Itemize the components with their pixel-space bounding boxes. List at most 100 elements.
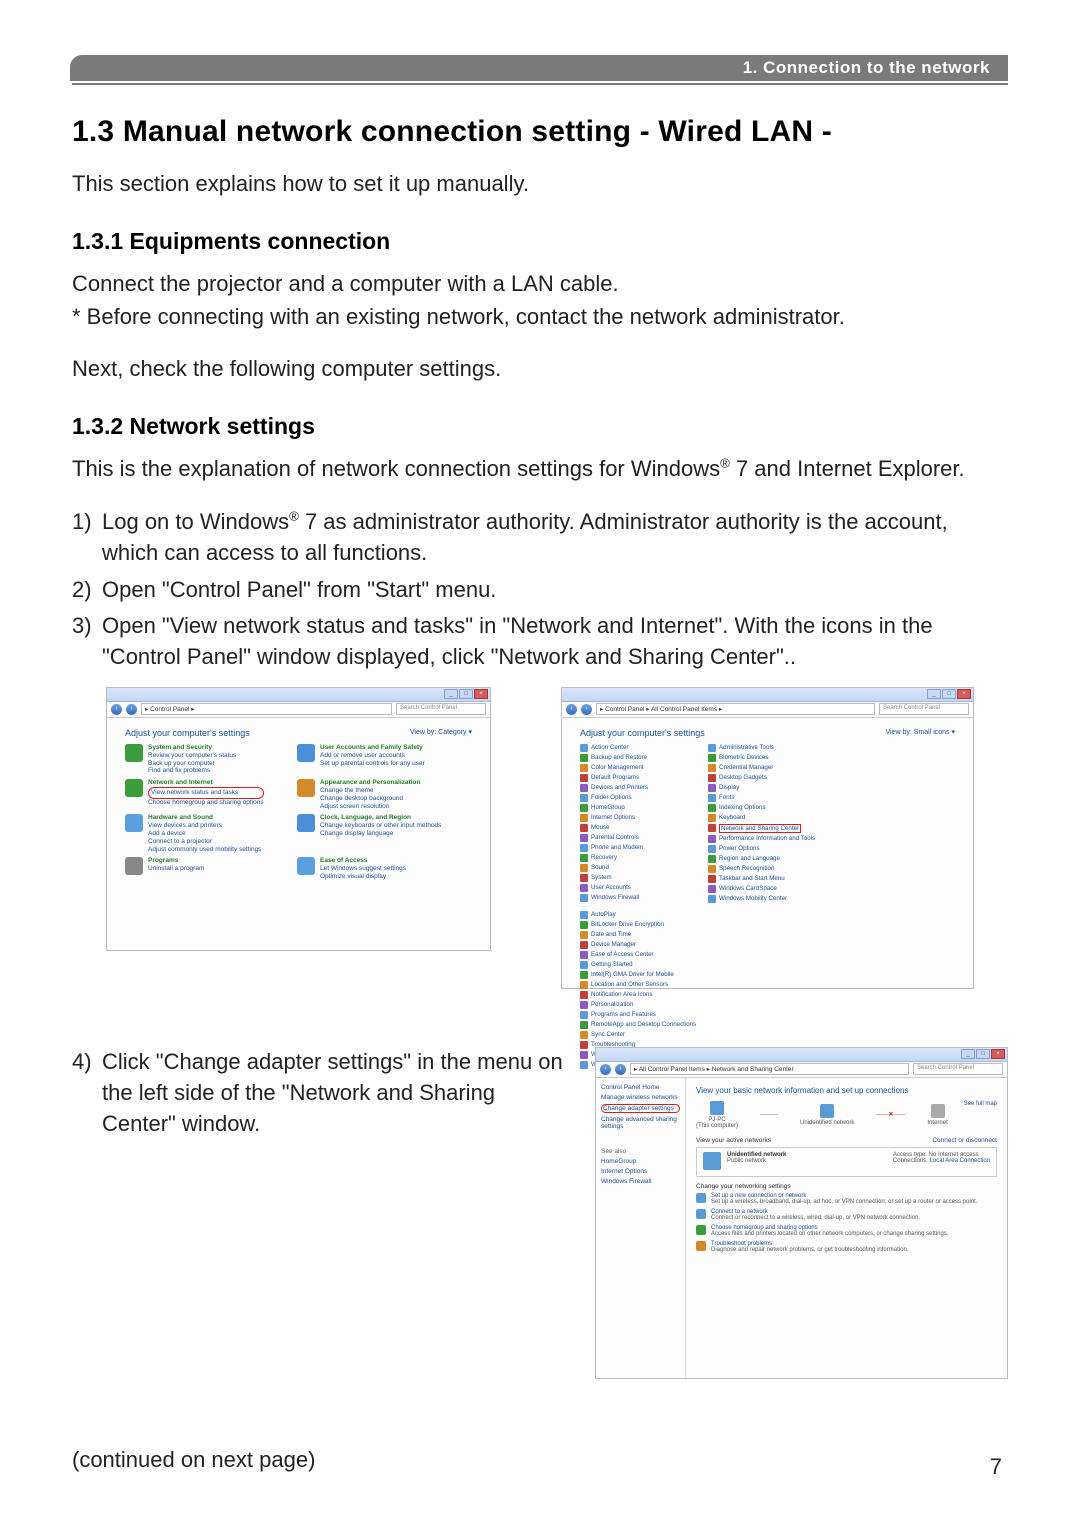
category-link[interactable]: Change desktop background	[320, 795, 420, 803]
cp-item[interactable]: Recovery	[580, 854, 702, 862]
category-link[interactable]: Change the theme	[320, 787, 420, 795]
cp-item[interactable]: Windows CardSpace	[708, 885, 830, 893]
cp-item[interactable]: Phone and Modem	[580, 844, 702, 852]
close-icon[interactable]: ×	[474, 689, 488, 699]
cp-item[interactable]: Keyboard	[708, 814, 830, 822]
close-icon[interactable]: ×	[957, 689, 971, 699]
category-link[interactable]: View devices and printers	[148, 822, 261, 830]
category-title[interactable]: Clock, Language, and Region	[320, 814, 441, 822]
category-title[interactable]: Appearance and Personalization	[320, 779, 420, 787]
cp-item[interactable]: Programs and Features	[580, 1011, 702, 1019]
category-link[interactable]: Set up parental controls for any user	[320, 760, 425, 768]
cp-item[interactable]: Windows Firewall	[580, 894, 702, 902]
cp-item[interactable]: Color Management	[580, 764, 702, 772]
category-link[interactable]: Back up your computer	[148, 760, 236, 768]
seealso-link[interactable]: Internet Options	[601, 1168, 680, 1175]
category-link[interactable]: Adjust commonly used mobility settings	[148, 846, 261, 854]
category-link[interactable]: Change keyboards or other input methods	[320, 822, 441, 830]
maximize-icon[interactable]: □	[942, 689, 956, 699]
cp-item[interactable]: Sound	[580, 864, 702, 872]
cp-item[interactable]: System	[580, 874, 702, 882]
cp-item[interactable]: Performance Information and Tools	[708, 835, 830, 843]
forward-icon[interactable]: ›	[126, 704, 137, 715]
category-link[interactable]: Choose homegroup and sharing options	[148, 799, 264, 807]
sidebar-link[interactable]: Change advanced sharing settings	[601, 1116, 680, 1130]
connection-link[interactable]: Local Area Connection	[930, 1158, 990, 1164]
breadcrumb[interactable]: ▸ Control Panel ▸ All Control Panel Item…	[596, 703, 875, 715]
network-task[interactable]: Set up a new connection or networkSet up…	[696, 1193, 997, 1205]
cp-item[interactable]: Device Manager	[580, 941, 702, 949]
forward-icon[interactable]: ›	[615, 1064, 626, 1075]
category-link[interactable]: Find and fix problems	[148, 767, 236, 775]
cp-item[interactable]: Sync Center	[580, 1031, 702, 1039]
cp-item[interactable]: Parental Controls	[580, 834, 702, 842]
cp-item[interactable]: Backup and Restore	[580, 754, 702, 762]
cp-item[interactable]: Display	[708, 784, 830, 792]
minimize-icon[interactable]: _	[927, 689, 941, 699]
category-title[interactable]: User Accounts and Family Safety	[320, 744, 425, 752]
sidebar-link[interactable]: Change adapter settings	[601, 1104, 680, 1113]
category-link[interactable]: Add or remove user accounts	[320, 752, 425, 760]
cp-item[interactable]: Folder Options	[580, 794, 702, 802]
cp-item[interactable]: Intel(R) GMA Driver for Mobile	[580, 971, 702, 979]
sidebar-home[interactable]: Control Panel Home	[601, 1084, 680, 1091]
cp-item[interactable]: Administrative Tools	[708, 744, 830, 752]
cp-item[interactable]: Desktop Gadgets	[708, 774, 830, 782]
viewby-selector[interactable]: View by: Category ▾	[410, 728, 472, 738]
seealso-link[interactable]: Windows Firewall	[601, 1178, 680, 1185]
cp-item[interactable]: Region and Language	[708, 855, 830, 863]
network-task[interactable]: Connect to a networkConnect or reconnect…	[696, 1209, 997, 1221]
breadcrumb[interactable]: ▸ All Control Panel Items ▸ Network and …	[630, 1063, 909, 1075]
cp-item[interactable]: Notification Area Icons	[580, 991, 702, 999]
cp-item[interactable]: Fonts	[708, 794, 830, 802]
category-link[interactable]: Connect to a projector	[148, 838, 261, 846]
search-input[interactable]: Search Control Panel	[879, 703, 969, 715]
seealso-link[interactable]: HomeGroup	[601, 1158, 680, 1165]
cp-item[interactable]: HomeGroup	[580, 804, 702, 812]
category-title[interactable]: System and Security	[148, 744, 236, 752]
category-link[interactable]: View network status and tasks	[148, 787, 264, 799]
cp-item[interactable]: Indexing Options	[708, 804, 830, 812]
category-link[interactable]: Review your computer's status	[148, 752, 236, 760]
cp-item[interactable]: Internet Options	[580, 814, 702, 822]
cp-item[interactable]: Devices and Printers	[580, 784, 702, 792]
cp-item[interactable]: User Accounts	[580, 884, 702, 892]
category-link[interactable]: Change display language	[320, 830, 441, 838]
cp-item[interactable]: Personalization	[580, 1001, 702, 1009]
back-icon[interactable]: ‹	[600, 1064, 611, 1075]
category-title[interactable]: Network and Internet	[148, 779, 264, 787]
cp-item[interactable]: Ease of Access Center	[580, 951, 702, 959]
cp-item[interactable]: Biometric Devices	[708, 754, 830, 762]
category-link[interactable]: Uninstall a program	[148, 865, 204, 873]
search-input[interactable]: Search Control Panel	[913, 1063, 1003, 1075]
back-icon[interactable]: ‹	[111, 704, 122, 715]
category-link[interactable]: Optimize visual display	[320, 873, 406, 881]
category-link[interactable]: Let Windows suggest settings	[320, 865, 406, 873]
cp-item[interactable]: Power Options	[708, 845, 830, 853]
network-task[interactable]: Choose homegroup and sharing optionsAcce…	[696, 1225, 997, 1237]
category-link[interactable]: Add a device	[148, 830, 261, 838]
minimize-icon[interactable]: _	[444, 689, 458, 699]
category-link[interactable]: Adjust screen resolution	[320, 803, 420, 811]
search-input[interactable]: Search Control Panel	[396, 703, 486, 715]
cp-item[interactable]: Default Programs	[580, 774, 702, 782]
network-task[interactable]: Troubleshoot problemsDiagnose and repair…	[696, 1241, 997, 1253]
back-icon[interactable]: ‹	[566, 704, 577, 715]
cp-item[interactable]: Location and Other Sensors	[580, 981, 702, 989]
connect-disconnect-link[interactable]: Connect or disconnect	[932, 1137, 997, 1144]
maximize-icon[interactable]: □	[459, 689, 473, 699]
category-title[interactable]: Programs	[148, 857, 204, 865]
close-icon[interactable]: ×	[991, 1049, 1005, 1059]
cp-item[interactable]: Mouse	[580, 824, 702, 832]
maximize-icon[interactable]: □	[976, 1049, 990, 1059]
category-title[interactable]: Hardware and Sound	[148, 814, 261, 822]
cp-item[interactable]: AutoPlay	[580, 911, 702, 919]
cp-item[interactable]: BitLocker Drive Encryption	[580, 921, 702, 929]
viewby-selector[interactable]: View by: Small icons ▾	[885, 728, 955, 738]
category-title[interactable]: Ease of Access	[320, 857, 406, 865]
cp-item[interactable]: Getting Started	[580, 961, 702, 969]
forward-icon[interactable]: ›	[581, 704, 592, 715]
breadcrumb[interactable]: ▸ Control Panel ▸	[141, 703, 392, 715]
cp-item[interactable]: Network and Sharing Center	[708, 824, 830, 833]
cp-item[interactable]: Date and Time	[580, 931, 702, 939]
